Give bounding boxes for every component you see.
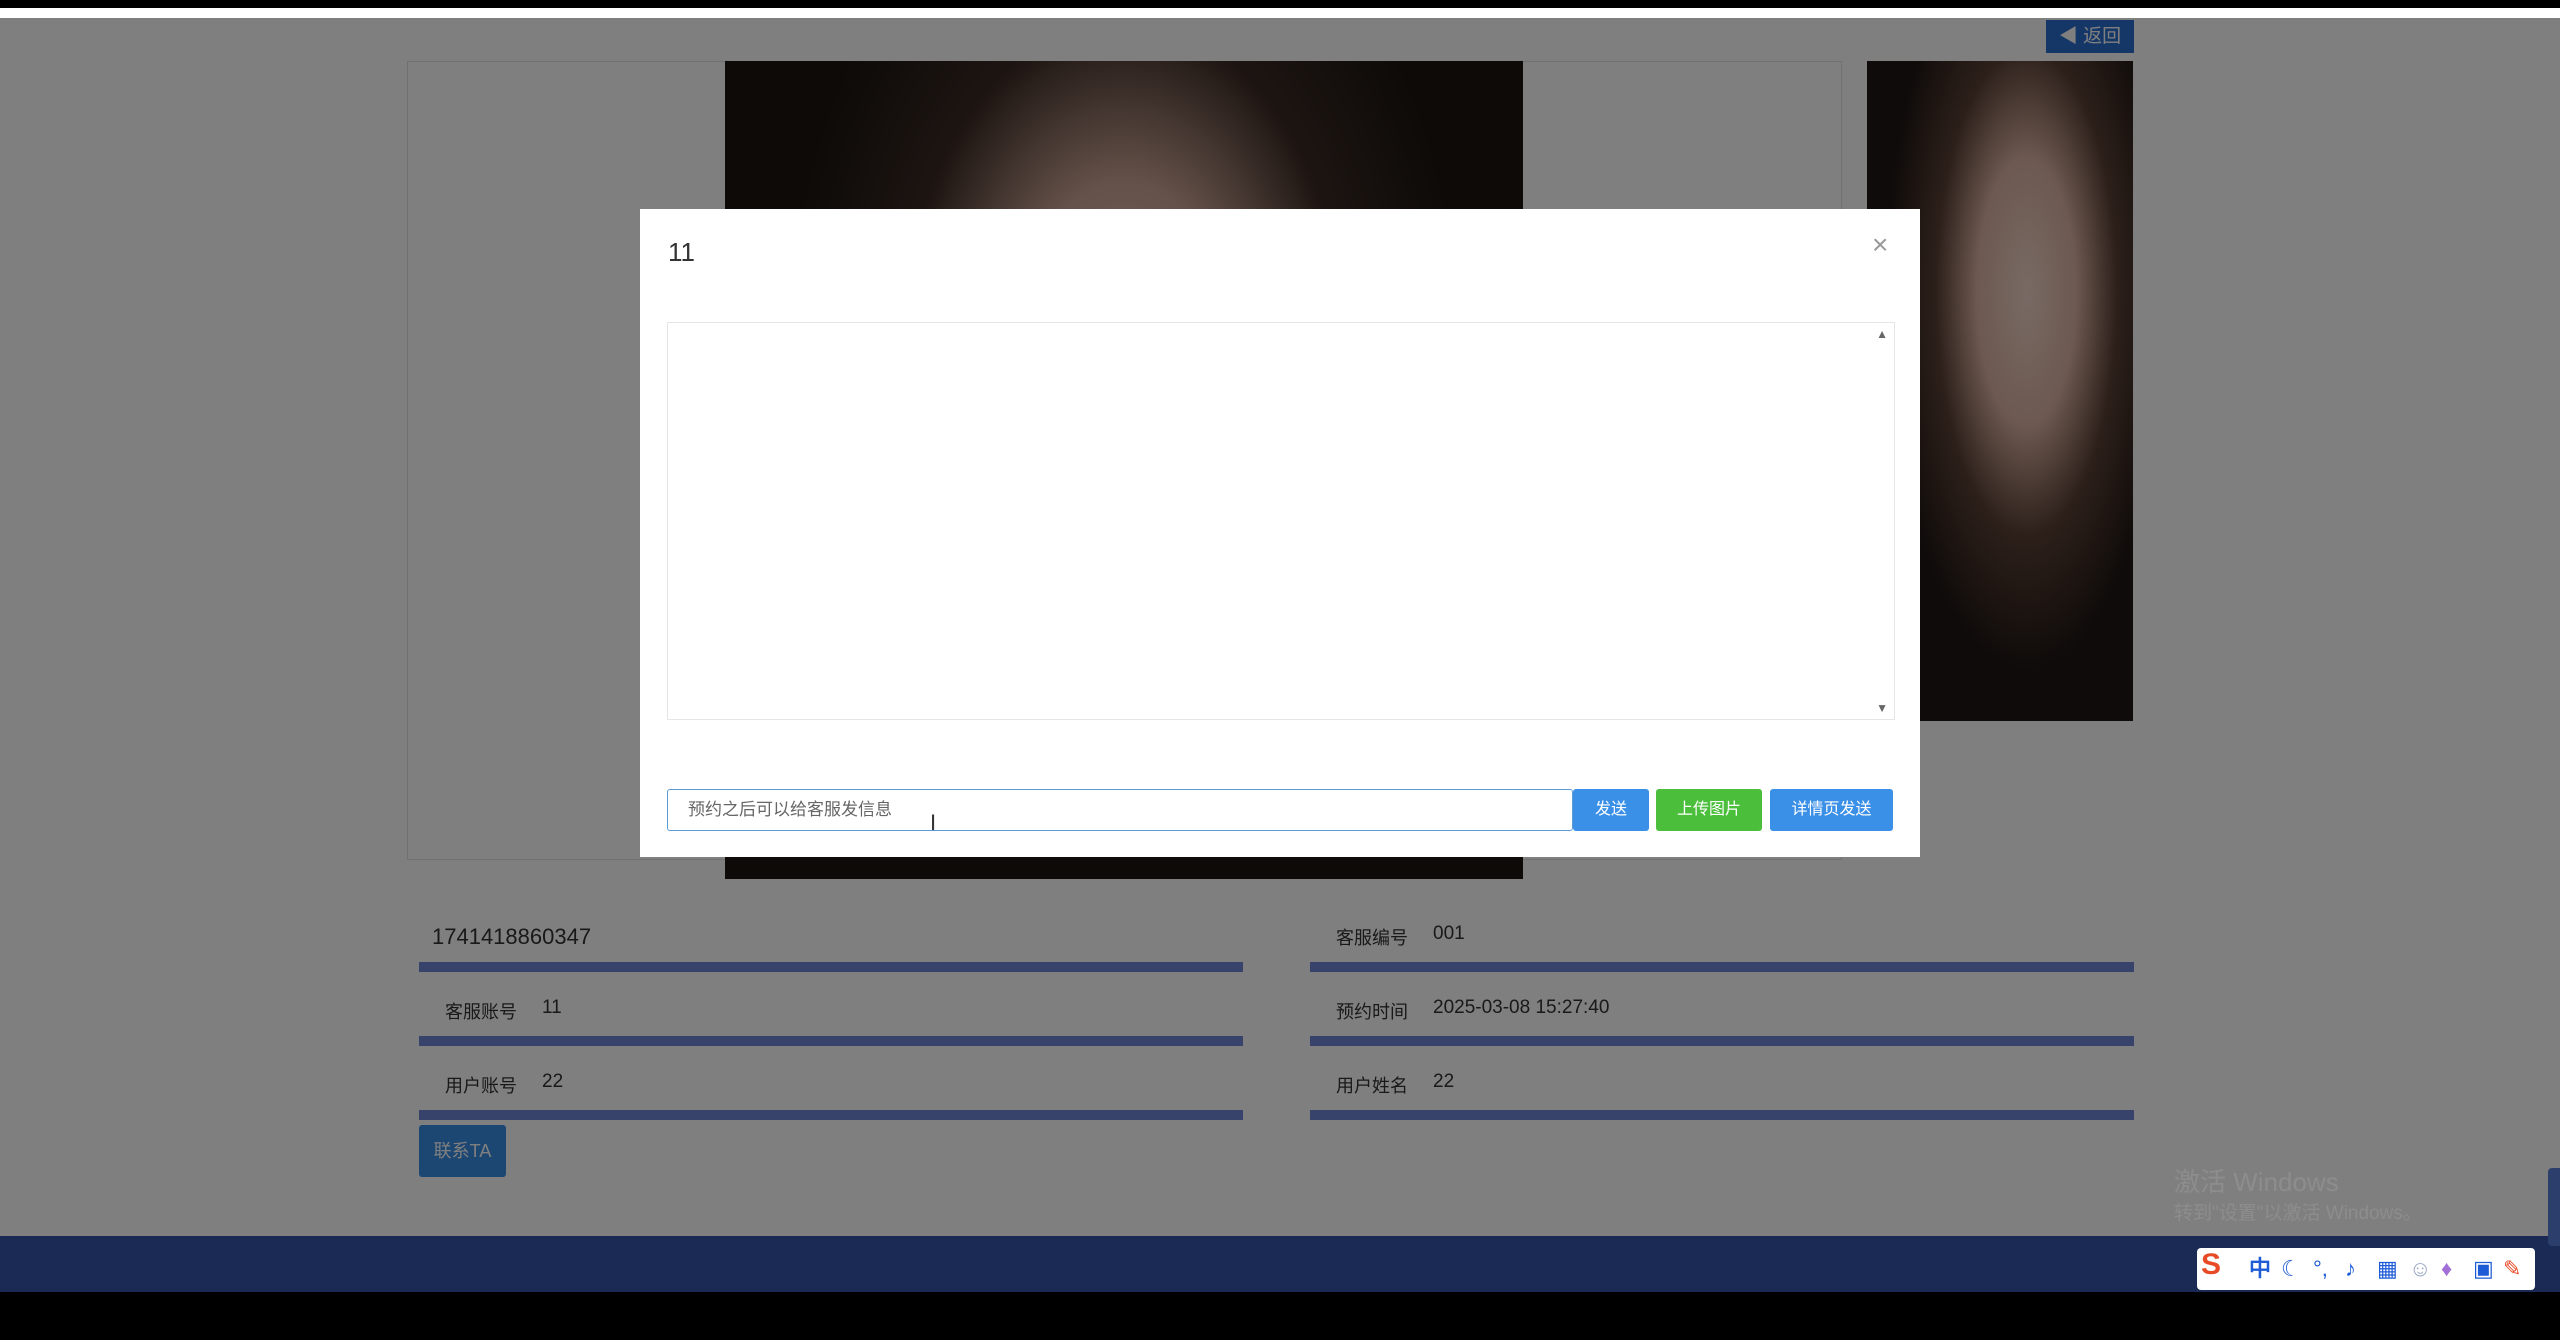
zh-mode-icon[interactable]: 中 <box>2249 1254 2271 1284</box>
top-line <box>0 8 2560 18</box>
side-tab[interactable] <box>2548 1168 2560 1246</box>
moon-icon[interactable]: ☾ <box>2281 1254 2301 1284</box>
send-button[interactable]: 发送 <box>1573 789 1649 831</box>
scroll-up-icon[interactable]: ▲ <box>1876 327 1888 341</box>
skin-icon[interactable]: ♦ <box>2441 1254 2452 1284</box>
top-bar <box>0 0 2560 8</box>
upload-image-button[interactable]: 上传图片 <box>1656 789 1762 831</box>
scroll-down-icon[interactable]: ▼ <box>1876 701 1888 715</box>
windows-activation-subtitle: 转到"设置"以激活 Windows。 <box>2174 1203 2422 1224</box>
apps-icon[interactable]: ▣ <box>2473 1254 2494 1284</box>
chat-modal: 11 × ▲ ▼ 发送 上传图片 详情页发送 <box>640 209 1920 857</box>
punctuation-icon[interactable]: °, <box>2313 1254 2328 1284</box>
mic-icon[interactable]: ♪ <box>2345 1254 2356 1284</box>
ime-toolbar: S 中 ☾ °, ♪ ▦ ☺ ♦ ▣ ✎ <box>2197 1248 2535 1290</box>
tools-icon[interactable]: ✎ <box>2503 1254 2521 1284</box>
windows-activation-title: 激活 Windows <box>2174 1167 2339 1197</box>
user-icon[interactable]: ☺ <box>2409 1254 2431 1284</box>
text-cursor-icon: I <box>930 810 937 835</box>
bottom-bar <box>0 1292 2560 1340</box>
keyboard-icon[interactable]: ▦ <box>2377 1254 2398 1284</box>
modal-title: 11 <box>668 237 695 267</box>
chat-message-area[interactable]: ▲ ▼ <box>667 322 1895 720</box>
message-input[interactable] <box>667 789 1573 831</box>
sogou-ime-icon[interactable]: S <box>2201 1250 2221 1280</box>
detail-page-send-button[interactable]: 详情页发送 <box>1770 789 1893 831</box>
close-icon[interactable]: × <box>1872 231 1888 259</box>
taskbar <box>0 1236 2560 1292</box>
